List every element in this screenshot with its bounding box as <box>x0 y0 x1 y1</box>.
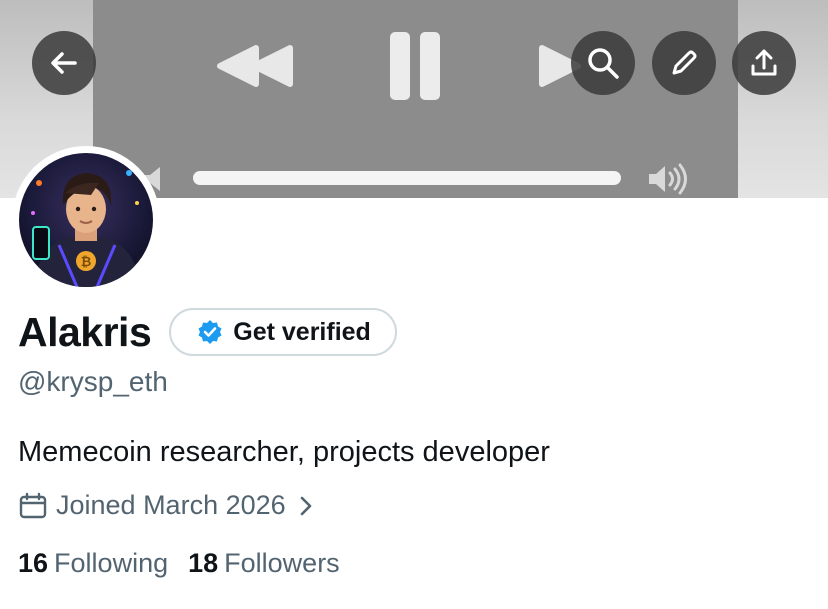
arrow-left-icon <box>51 52 77 74</box>
profile-name-row: Alakris Get verified <box>18 308 397 356</box>
search-button[interactable] <box>571 31 635 95</box>
video-progress-fill <box>193 171 621 185</box>
joined-date: Joined March 2026 <box>56 490 286 520</box>
edit-button[interactable] <box>652 31 716 95</box>
video-progress-bar[interactable] <box>193 171 621 185</box>
get-verified-label: Get verified <box>233 317 371 346</box>
avatar[interactable]: ₿ <box>19 153 153 287</box>
pencil-icon <box>672 50 697 75</box>
following-link[interactable]: 16 Following <box>18 548 168 579</box>
volume-icon[interactable] <box>645 163 689 195</box>
verified-badge-icon <box>198 320 222 344</box>
profile-bio: Memecoin researcher, projects developer <box>18 436 550 468</box>
rewind-icon[interactable] <box>216 44 294 88</box>
username-handle: @krysp_eth <box>18 366 168 397</box>
calendar-icon <box>19 492 47 518</box>
share-button[interactable] <box>732 31 796 95</box>
followers-count: 18 <box>188 548 219 578</box>
following-label: Following <box>54 548 169 578</box>
joined-date-link[interactable]: Joined March 2026 <box>18 490 316 521</box>
chevron-right-icon <box>300 496 311 515</box>
avatar-image: ₿ <box>19 153 153 287</box>
share-icon <box>751 49 777 76</box>
search-icon <box>588 48 619 79</box>
get-verified-button[interactable]: Get verified <box>169 308 397 356</box>
display-name: Alakris <box>18 308 152 355</box>
svg-text:₿: ₿ <box>81 255 92 270</box>
followers-link[interactable]: 18 Followers <box>188 548 340 579</box>
followers-label: Followers <box>224 548 340 578</box>
follow-stats: 16 Following 18 Followers <box>18 548 360 579</box>
back-button[interactable] <box>32 31 96 95</box>
pause-icon[interactable] <box>388 30 442 102</box>
following-count: 16 <box>18 548 49 578</box>
